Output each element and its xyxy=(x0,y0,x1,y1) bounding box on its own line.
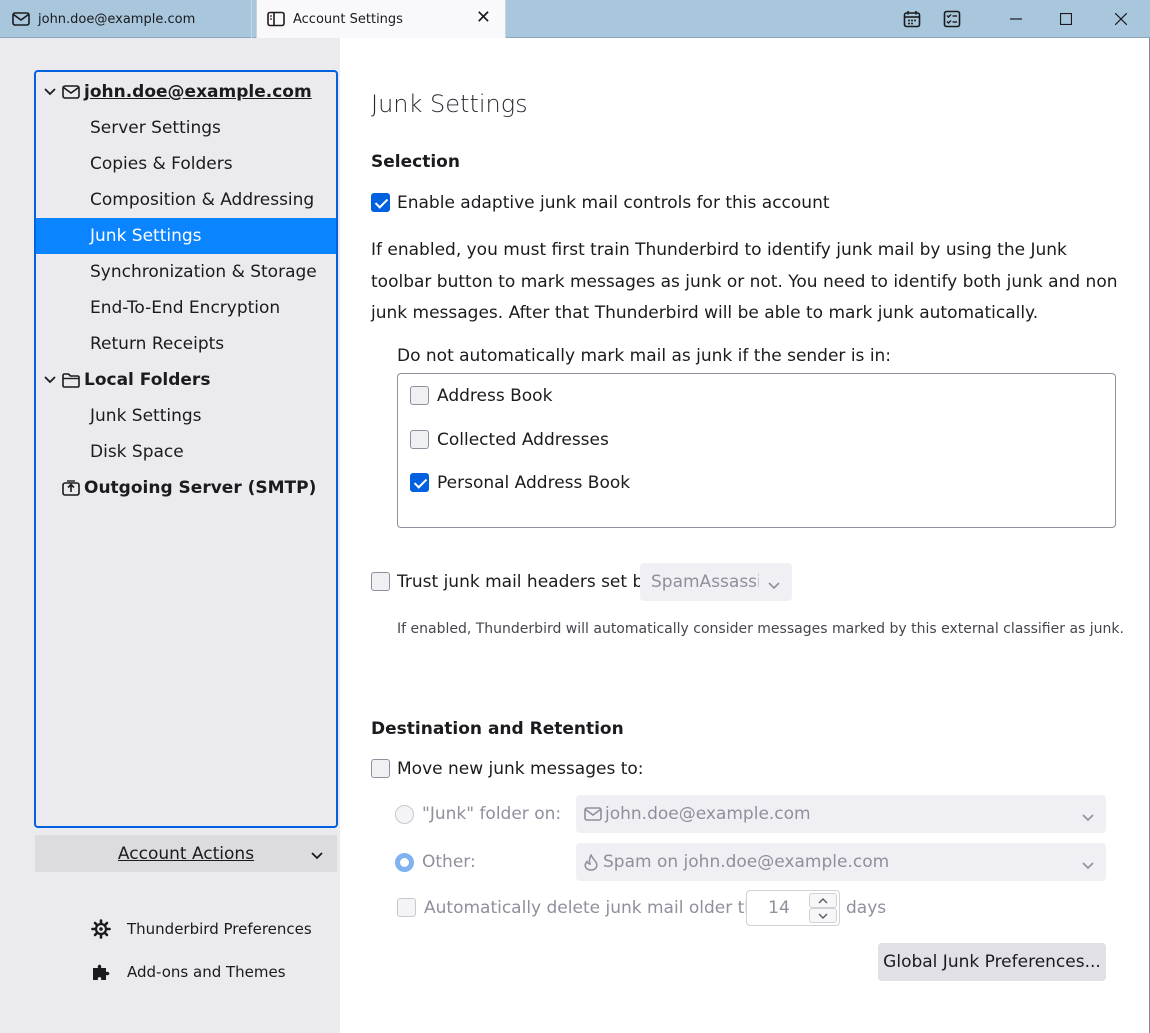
tree-item-synchronization[interactable]: Synchronization & Storage xyxy=(36,254,336,290)
tree-item-label: Server Settings xyxy=(90,118,221,138)
move-junk-label[interactable]: Move new junk messages to: xyxy=(397,759,644,779)
chevron-up-icon[interactable] xyxy=(809,893,837,908)
gear-icon xyxy=(90,918,112,940)
tree-item-server-settings[interactable]: Server Settings xyxy=(36,110,336,146)
other-folder-value: Spam on john.doe@example.com xyxy=(603,852,890,872)
chevron-down-icon xyxy=(1082,807,1094,827)
junk-folder-radio[interactable] xyxy=(395,805,414,824)
address-book-list[interactable]: Address Book Collected Addresses Persona… xyxy=(397,373,1116,528)
tree-item-label: Junk Settings xyxy=(90,406,202,426)
tree-item-disk-space[interactable]: Disk Space xyxy=(36,434,336,470)
flame-icon xyxy=(584,853,598,871)
account-actions-label: Account Actions xyxy=(117,843,255,864)
preferences-label: Thunderbird Preferences xyxy=(127,920,312,938)
junk-folder-label[interactable]: "Junk" folder on: xyxy=(422,804,561,824)
thunderbird-preferences-link[interactable]: Thunderbird Preferences xyxy=(90,917,312,941)
mail-icon xyxy=(12,11,30,27)
chevron-down-icon xyxy=(768,575,780,595)
list-item[interactable]: Personal Address Book xyxy=(437,473,630,493)
tree-item-label: Composition & Addressing xyxy=(90,190,315,210)
tree-item-label: Disk Space xyxy=(90,442,184,462)
tree-item-return-receipts[interactable]: Return Receipts xyxy=(36,326,336,362)
collected-addresses-checkbox[interactable] xyxy=(410,430,429,449)
addons-themes-link[interactable]: Add-ons and Themes xyxy=(90,960,286,984)
mail-icon xyxy=(62,83,82,101)
enable-junk-label[interactable]: Enable adaptive junk mail controls for t… xyxy=(397,193,830,213)
account-name: john.doe@example.com xyxy=(84,82,312,102)
maximize-icon[interactable] xyxy=(1046,0,1086,38)
calendar-icon[interactable] xyxy=(892,0,932,38)
tree-item-label: Copies & Folders xyxy=(90,154,233,174)
trust-headers-checkbox[interactable] xyxy=(371,572,390,591)
close-icon[interactable]: ✕ xyxy=(476,9,491,27)
tree-local-folders[interactable]: Local Folders xyxy=(36,362,336,398)
folder-icon xyxy=(62,371,82,389)
tree-item-local-junk[interactable]: Junk Settings xyxy=(36,398,336,434)
tab-mail[interactable]: john.doe@example.com xyxy=(0,0,252,38)
mail-icon xyxy=(584,807,602,821)
destination-heading: Destination and Retention xyxy=(371,719,624,739)
account-actions-button[interactable]: Account Actions xyxy=(35,835,337,872)
close-icon[interactable] xyxy=(1101,0,1141,38)
whitelist-label: Do not automatically mark mail as junk i… xyxy=(397,346,892,366)
tree-item-label: Junk Settings xyxy=(90,226,202,246)
junk-folder-select[interactable]: john.doe@example.com xyxy=(576,795,1106,833)
tree-item-label: Return Receipts xyxy=(90,334,225,354)
tab-account-settings[interactable]: Account Settings ✕ xyxy=(256,0,506,38)
tree-item-encryption[interactable]: End-To-End Encryption xyxy=(36,290,336,326)
days-value[interactable]: 14 xyxy=(747,891,811,925)
outgoing-server-label: Outgoing Server (SMTP) xyxy=(84,478,317,498)
tree-outgoing-server[interactable]: Outgoing Server (SMTP) xyxy=(36,470,336,506)
trust-headers-note: If enabled, Thunderbird will automatical… xyxy=(397,621,1124,637)
tree-item-junk-settings[interactable]: Junk Settings xyxy=(36,218,336,254)
minimize-icon[interactable] xyxy=(996,0,1036,38)
days-stepper[interactable]: 14 xyxy=(746,890,840,926)
account-tree[interactable]: john.doe@example.com Server Settings Cop… xyxy=(34,70,338,828)
outgoing-server-icon xyxy=(62,479,82,497)
tab-label: john.doe@example.com xyxy=(38,11,196,27)
junk-folder-value: john.doe@example.com xyxy=(605,804,811,824)
spam-filter-select[interactable]: SpamAssassin xyxy=(640,563,792,601)
enable-junk-checkbox[interactable] xyxy=(371,193,390,212)
other-folder-select[interactable]: Spam on john.doe@example.com xyxy=(576,843,1106,881)
address-book-checkbox[interactable] xyxy=(410,386,429,405)
move-junk-checkbox[interactable] xyxy=(371,759,390,778)
chevron-down-icon[interactable] xyxy=(42,372,58,388)
other-folder-radio[interactable] xyxy=(395,853,414,872)
chevron-down-icon[interactable] xyxy=(42,84,58,100)
tree-account[interactable]: john.doe@example.com xyxy=(36,74,336,110)
spam-filter-value: SpamAssassin xyxy=(651,572,759,592)
personal-address-book-checkbox[interactable] xyxy=(410,473,429,492)
tree-item-copies-folders[interactable]: Copies & Folders xyxy=(36,146,336,182)
title-bar: john.doe@example.com Account Settings ✕ xyxy=(0,0,1150,38)
tree-item-label: Synchronization & Storage xyxy=(90,262,317,282)
tasks-icon[interactable] xyxy=(932,0,972,38)
tree-item-composition[interactable]: Composition & Addressing xyxy=(36,182,336,218)
page-title: Junk Settings xyxy=(371,90,528,118)
chevron-down-icon xyxy=(1082,855,1094,875)
days-label: days xyxy=(846,898,887,918)
tab-label: Account Settings xyxy=(293,11,403,27)
puzzle-piece-icon xyxy=(90,961,112,983)
junk-description: If enabled, you must first train Thunder… xyxy=(371,240,1118,323)
selection-heading: Selection xyxy=(371,152,460,172)
junk-settings-pane: Junk Settings Selection Enable adaptive … xyxy=(340,38,1150,1033)
settings-tab-icon xyxy=(267,11,285,27)
list-item[interactable]: Address Book xyxy=(437,386,552,406)
chevron-down-icon xyxy=(311,845,323,865)
chevron-down-icon[interactable] xyxy=(809,908,837,923)
other-folder-label[interactable]: Other: xyxy=(422,852,476,872)
global-junk-preferences-button[interactable]: Global Junk Preferences... xyxy=(878,943,1106,981)
list-item[interactable]: Collected Addresses xyxy=(437,430,609,450)
local-folders-label: Local Folders xyxy=(84,370,211,390)
sidebar: john.doe@example.com Server Settings Cop… xyxy=(0,38,340,1033)
tree-item-label: End-To-End Encryption xyxy=(90,298,281,318)
auto-delete-label[interactable]: Automatically delete junk mail older tha… xyxy=(424,898,776,918)
trust-headers-label[interactable]: Trust junk mail headers set by: xyxy=(397,572,658,592)
addons-label: Add-ons and Themes xyxy=(127,963,286,981)
auto-delete-checkbox[interactable] xyxy=(397,898,416,917)
